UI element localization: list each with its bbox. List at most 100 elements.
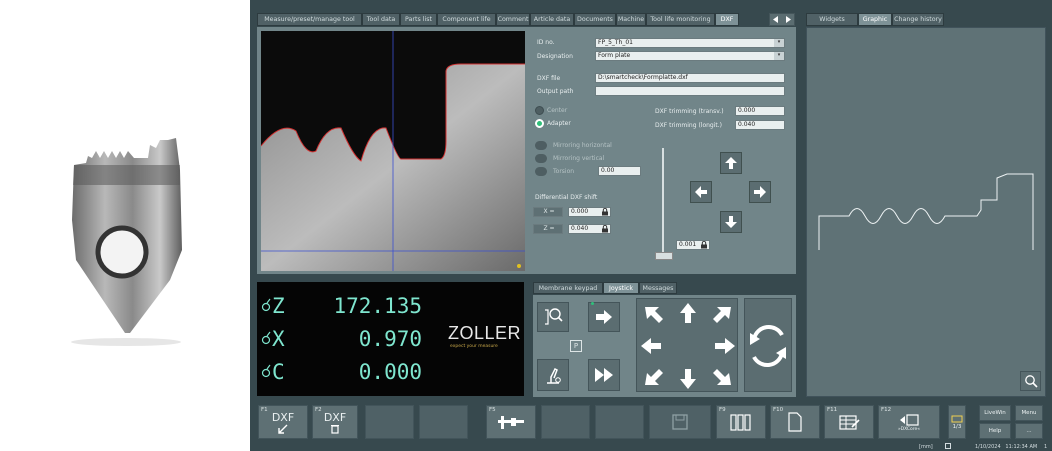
x-shift-lock-icon[interactable]	[601, 208, 609, 216]
id-no-field[interactable]: FP_5_Th_01	[595, 38, 785, 48]
x-axis-label: X	[272, 327, 285, 351]
mirroring-vertical-toggle[interactable]	[535, 154, 547, 163]
f12-label: »DXCore«	[897, 426, 921, 432]
unit-indicator: [mm]	[919, 444, 933, 450]
designation-dropdown-icon[interactable]: ▾	[774, 52, 784, 60]
dxf-trim-trans-label: DXF trimming (transv.)	[655, 108, 724, 115]
mirroring-horizontal-label: Mirroring horizontal	[553, 142, 612, 149]
help-button[interactable]: Help	[979, 423, 1011, 439]
step-forward-button[interactable]	[588, 302, 620, 332]
designation-field[interactable]: Form plate	[595, 51, 785, 61]
adapter-radio[interactable]	[535, 119, 544, 128]
tab-component-life[interactable]: Component life	[437, 13, 496, 26]
tab-parts-list[interactable]: Parts list	[400, 13, 437, 26]
save-icon	[672, 414, 688, 430]
dxf-file-field[interactable]: D:\smartcheck\Formplatte.dxf	[595, 73, 785, 83]
torsion-field[interactable]: 0.00	[598, 166, 641, 176]
output-path-label: Output path	[537, 88, 574, 95]
tab-joystick[interactable]: Joystick	[603, 282, 639, 294]
camera-view[interactable]	[261, 31, 525, 271]
f4-empty-button	[419, 405, 468, 439]
menu-button[interactable]: Menu	[1015, 405, 1043, 421]
f2-key-label: F2	[315, 407, 322, 413]
f5-caliper-button[interactable]: F5	[486, 405, 536, 439]
f10-document-button[interactable]: F10	[770, 405, 820, 439]
auto-measure-button[interactable]	[537, 359, 569, 391]
graphic-panel	[806, 27, 1046, 397]
tab-change-history[interactable]: Change history	[892, 13, 944, 26]
fast-forward-button[interactable]	[588, 359, 620, 391]
tab-scroll-button[interactable]	[769, 13, 795, 26]
shift-right-button[interactable]	[749, 181, 771, 203]
page-switch-button[interactable]: 1/3	[948, 405, 966, 439]
joystick-pad[interactable]	[636, 298, 738, 392]
table-edit-icon	[839, 415, 860, 430]
shift-left-button[interactable]	[690, 181, 712, 203]
dxf-trim-longit-field[interactable]: 0.040	[735, 120, 785, 130]
status-datetime: 1/10/2024 11:12:34 AM	[975, 444, 1038, 450]
tab-comment[interactable]: Comment	[496, 13, 530, 26]
f8-save-button[interactable]	[649, 405, 711, 439]
binders-icon	[730, 414, 751, 431]
arrow-down-icon	[725, 216, 737, 228]
tab-dxf[interactable]: DXF	[715, 13, 739, 26]
z-shift-lock-icon[interactable]	[601, 225, 609, 233]
zoom-button[interactable]	[1020, 371, 1041, 391]
tab-tool-life-monitoring[interactable]: Tool life monitoring	[646, 13, 715, 26]
center-radio[interactable]	[535, 106, 544, 115]
mirroring-horizontal-toggle[interactable]	[535, 141, 547, 150]
bottom-tab-bar: Membrane keypad Joystick Messages	[533, 282, 677, 294]
document-icon	[788, 412, 802, 432]
shift-step-slider-track[interactable]	[662, 148, 664, 260]
shift-up-button[interactable]	[720, 152, 742, 174]
tab-documents[interactable]: Documents	[574, 13, 616, 26]
livewin-button[interactable]: LiveWin	[979, 405, 1011, 421]
f5-key-label: F5	[489, 407, 496, 413]
c-axis-value: 0.000	[358, 360, 422, 384]
tab-graphic[interactable]: Graphic	[858, 13, 892, 26]
f1-dxf-import-button[interactable]: F1 DXF	[258, 405, 308, 439]
rotate-button[interactable]	[744, 298, 792, 392]
tool-x-icon	[261, 331, 271, 345]
id-no-dropdown-icon[interactable]: ▾	[774, 39, 784, 47]
z-axis-label: Z	[272, 294, 285, 318]
tab-messages[interactable]: Messages	[639, 282, 677, 294]
zoller-logo: ZOLLER	[448, 323, 522, 343]
dxcore-icon	[900, 413, 919, 426]
tab-membrane-keypad[interactable]: Membrane keypad	[533, 282, 603, 294]
more-button[interactable]: ...	[1015, 423, 1043, 439]
x-shift-label: X =	[533, 207, 563, 217]
tab-measure[interactable]: Measure/preset/manage tool	[257, 13, 362, 26]
rotate-arrows-icon	[750, 324, 786, 368]
shift-step-slider-handle[interactable]	[655, 252, 673, 260]
status-checkbox[interactable]	[945, 443, 951, 449]
shift-down-button[interactable]	[720, 211, 742, 233]
measure-zoom-button[interactable]	[537, 302, 569, 332]
f3-empty-button	[365, 405, 414, 439]
f2-dxf-delete-button[interactable]: F2 DXF	[312, 405, 358, 439]
arrow-right-icon	[596, 310, 612, 324]
tab-widgets[interactable]: Widgets	[806, 13, 858, 26]
diff-dxf-shift-label: Differential DXF shift	[535, 194, 598, 201]
f9-binders-button[interactable]: F9	[716, 405, 766, 439]
f11-table-edit-button[interactable]: F11	[824, 405, 874, 439]
right-tab-bar: Widgets Graphic Change history	[806, 13, 944, 26]
dxf-import-icon	[278, 424, 288, 434]
tab-tool-data[interactable]: Tool data	[362, 13, 400, 26]
output-path-field[interactable]	[595, 86, 785, 96]
f1-label: DXF	[271, 410, 295, 424]
fast-forward-icon	[595, 368, 613, 382]
joystick-arrows-icon	[641, 303, 735, 389]
arrow-left-icon	[695, 186, 707, 198]
tab-machine[interactable]: Machine	[616, 13, 646, 26]
p-key[interactable]: P	[570, 340, 582, 352]
torsion-toggle[interactable]	[535, 167, 547, 176]
f12-dxcore-button[interactable]: F12 »DXCore«	[878, 405, 940, 439]
dxf-delete-icon	[331, 424, 339, 434]
designation-label: Designation	[537, 53, 573, 60]
z-shift-label: Z =	[533, 224, 563, 234]
z-axis-value: 172.135	[333, 294, 422, 318]
shift-step-lock-icon[interactable]	[700, 241, 708, 249]
dxf-trim-trans-field[interactable]: 0.000	[735, 106, 785, 116]
tab-article-data[interactable]: Article data	[530, 13, 574, 26]
